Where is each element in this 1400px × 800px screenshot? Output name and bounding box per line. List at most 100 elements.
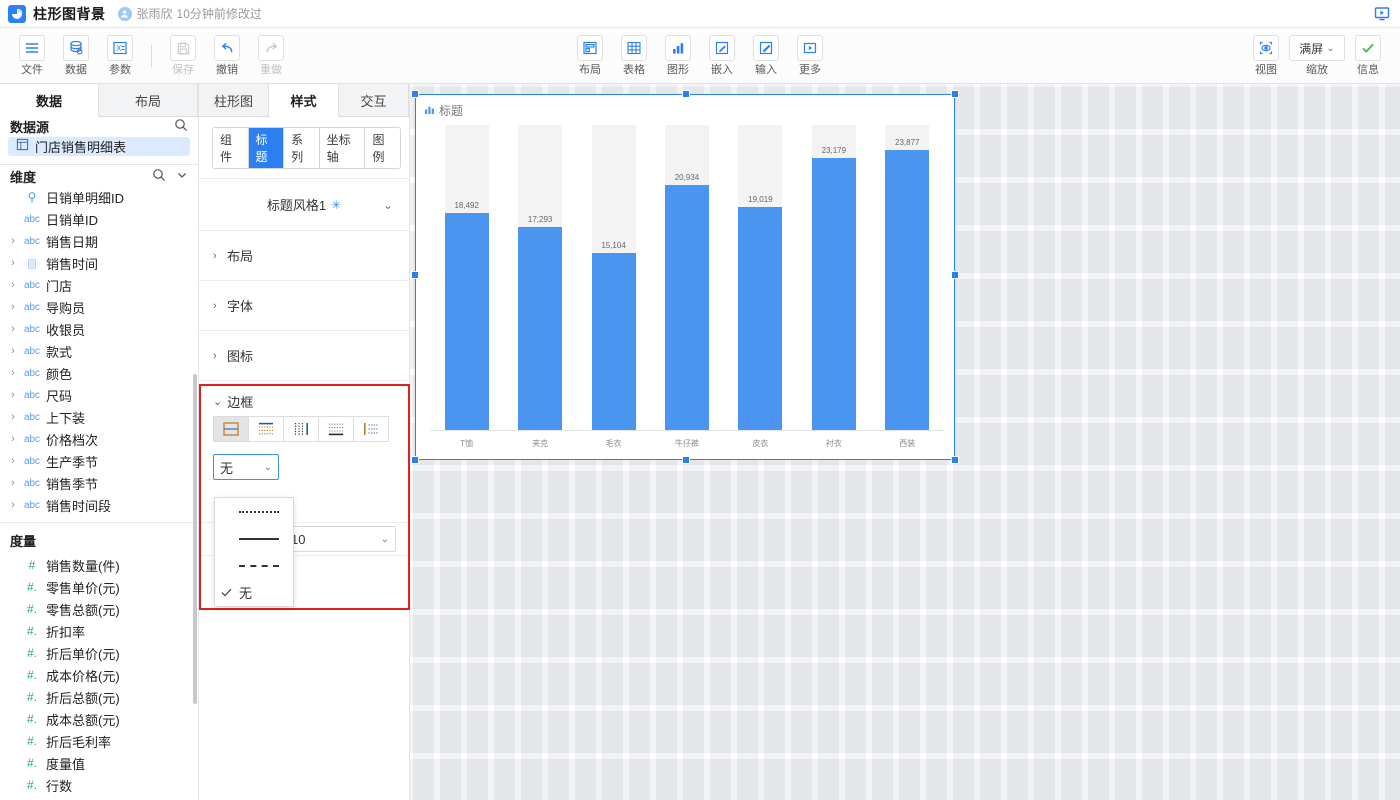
bar-column[interactable]: 18,492 xyxy=(445,125,489,431)
bar-column[interactable]: 23,179 xyxy=(812,125,856,431)
measure-field-8[interactable]: ›#.折后毛利率 xyxy=(0,730,198,752)
chevron-right-icon[interactable]: › xyxy=(8,301,18,313)
measure-field-7[interactable]: ›#.成本总额(元) xyxy=(0,708,198,730)
search-icon[interactable] xyxy=(174,118,188,135)
section-font[interactable]: › 字体 xyxy=(199,280,409,330)
bar-fill[interactable]: 19,019 xyxy=(738,207,782,431)
bar-column[interactable]: 15,104 xyxy=(592,125,636,431)
chevron-right-icon[interactable]: › xyxy=(8,279,18,291)
canvas-area[interactable]: 标题 18,492 17,293 15,104 20,934 19,019 23,179 2… xyxy=(410,84,1400,800)
tab-interaction[interactable]: 交互 xyxy=(339,84,409,116)
bar-column[interactable]: 17,293 xyxy=(518,125,562,431)
view-button[interactable]: 视图 xyxy=(1244,31,1288,81)
chart-title[interactable]: 标题 xyxy=(424,102,463,119)
border-right-icon[interactable] xyxy=(283,416,319,442)
measure-field-9[interactable]: ›#.度量值 xyxy=(0,752,198,774)
segment-component[interactable]: 组件 xyxy=(213,128,249,168)
dimension-field-8[interactable]: ›abc颜色 xyxy=(0,362,198,384)
bar-column[interactable]: 19,019 xyxy=(738,125,782,431)
chevron-right-icon[interactable]: › xyxy=(8,455,18,467)
border-top-icon[interactable] xyxy=(248,416,284,442)
segment-title[interactable]: 标题 xyxy=(249,128,285,168)
dropdown-option-dashed[interactable] xyxy=(215,552,293,579)
bar-fill[interactable]: 20,934 xyxy=(665,185,709,431)
chevron-right-icon[interactable]: › xyxy=(8,257,18,269)
dimension-field-1[interactable]: ›abc日销单ID xyxy=(0,208,198,230)
border-bottom-icon[interactable] xyxy=(318,416,354,442)
dimension-field-13[interactable]: ›abc销售季节 xyxy=(0,472,198,494)
table-button[interactable]: 表格 xyxy=(612,31,656,81)
tab-data[interactable]: 数据 xyxy=(0,84,99,117)
chevron-right-icon[interactable]: › xyxy=(8,345,18,357)
data-button[interactable]: 数据 xyxy=(54,31,98,81)
bar-column[interactable]: 23,877 xyxy=(885,125,929,431)
border-line-style-select[interactable]: 无 ⌄ xyxy=(213,454,279,480)
chevron-right-icon[interactable]: › xyxy=(8,389,18,401)
dimension-field-14[interactable]: ›abc销售时间段 xyxy=(0,494,198,516)
resize-handle-n[interactable] xyxy=(682,90,690,98)
chevron-right-icon[interactable]: › xyxy=(8,235,18,247)
dimension-field-0[interactable]: ›⚲日销单明细ID xyxy=(0,186,198,208)
bar-fill[interactable]: 23,877 xyxy=(885,150,929,431)
zoom-select[interactable]: 满屏 ⌄ xyxy=(1289,35,1345,61)
section-icon[interactable]: › 图标 xyxy=(199,330,409,380)
dimension-field-3[interactable]: ›▥销售时间 xyxy=(0,252,198,274)
undo-button[interactable]: 撤销 xyxy=(205,31,249,81)
params-button[interactable]: X 参数 xyxy=(98,31,142,81)
dimension-field-9[interactable]: ›abc尺码 xyxy=(0,384,198,406)
file-button[interactable]: 文件 xyxy=(10,31,54,81)
resize-handle-se[interactable] xyxy=(951,456,959,464)
chevron-right-icon[interactable]: › xyxy=(8,411,18,423)
chevron-right-icon[interactable]: › xyxy=(8,477,18,489)
border-left-icon[interactable] xyxy=(353,416,389,442)
dimension-field-6[interactable]: ›abc收银员 xyxy=(0,318,198,340)
measure-field-3[interactable]: ›#.折扣率 xyxy=(0,620,198,642)
measure-field-10[interactable]: ›#.行数 xyxy=(0,774,198,796)
tab-bar-chart[interactable]: 柱形图 xyxy=(199,84,269,116)
dropdown-option-none[interactable]: 无 xyxy=(215,579,293,606)
bar-fill[interactable]: 23,179 xyxy=(812,158,856,431)
resize-handle-sw[interactable] xyxy=(411,456,419,464)
more-button[interactable]: 更多 xyxy=(788,31,832,81)
bar-column[interactable]: 20,934 xyxy=(665,125,709,431)
bar-fill[interactable]: 18,492 xyxy=(445,213,489,431)
segment-axis[interactable]: 坐标轴 xyxy=(320,128,366,168)
chart-widget[interactable]: 标题 18,492 17,293 15,104 20,934 19,019 23,179 2… xyxy=(415,94,955,460)
tab-layout[interactable]: 布局 xyxy=(99,84,198,116)
chevron-right-icon[interactable]: › xyxy=(8,367,18,379)
save-button[interactable]: 保存 xyxy=(161,31,205,81)
title-style-selector[interactable]: 标题风格1 ✳ ⌄ xyxy=(199,178,409,230)
dropdown-option-dotted[interactable] xyxy=(215,498,293,525)
dimension-field-2[interactable]: ›abc销售日期 xyxy=(0,230,198,252)
segment-legend[interactable]: 图例 xyxy=(365,128,400,168)
data-pane-scrollbar[interactable] xyxy=(193,374,197,704)
zoom-control[interactable]: 满屏 ⌄ 缩放 xyxy=(1288,31,1346,81)
section-layout[interactable]: › 布局 xyxy=(199,230,409,280)
dimension-field-10[interactable]: ›abc上下装 xyxy=(0,406,198,428)
dimension-field-5[interactable]: ›abc导购员 xyxy=(0,296,198,318)
datasource-item[interactable]: 门店销售明细表 xyxy=(8,137,190,156)
measure-field-1[interactable]: ›#.零售单价(元) xyxy=(0,576,198,598)
resize-handle-nw[interactable] xyxy=(411,90,419,98)
dropdown-option-solid[interactable] xyxy=(215,525,293,552)
resize-handle-ne[interactable] xyxy=(951,90,959,98)
dimension-field-4[interactable]: ›abc门店 xyxy=(0,274,198,296)
resize-handle-e[interactable] xyxy=(951,271,959,279)
resize-handle-w[interactable] xyxy=(411,271,419,279)
bar-fill[interactable]: 15,104 xyxy=(592,253,636,431)
chevron-down-icon[interactable] xyxy=(176,169,188,184)
search-icon[interactable] xyxy=(152,168,166,185)
info-button[interactable]: 信息 xyxy=(1346,31,1390,81)
embed-button[interactable]: 嵌入 xyxy=(700,31,744,81)
layout-button[interactable]: 布局 xyxy=(568,31,612,81)
measure-field-0[interactable]: ›#销售数量(件) xyxy=(0,554,198,576)
input-button[interactable]: 输入 xyxy=(744,31,788,81)
measure-field-2[interactable]: ›#.零售总额(元) xyxy=(0,598,198,620)
chevron-right-icon[interactable]: › xyxy=(8,323,18,335)
segment-series[interactable]: 系列 xyxy=(284,128,320,168)
redo-button[interactable]: 重做 xyxy=(249,31,293,81)
tab-style[interactable]: 样式 xyxy=(269,84,339,117)
dimension-field-11[interactable]: ›abc价格档次 xyxy=(0,428,198,450)
chevron-right-icon[interactable]: › xyxy=(8,499,18,511)
measure-field-4[interactable]: ›#.折后单价(元) xyxy=(0,642,198,664)
